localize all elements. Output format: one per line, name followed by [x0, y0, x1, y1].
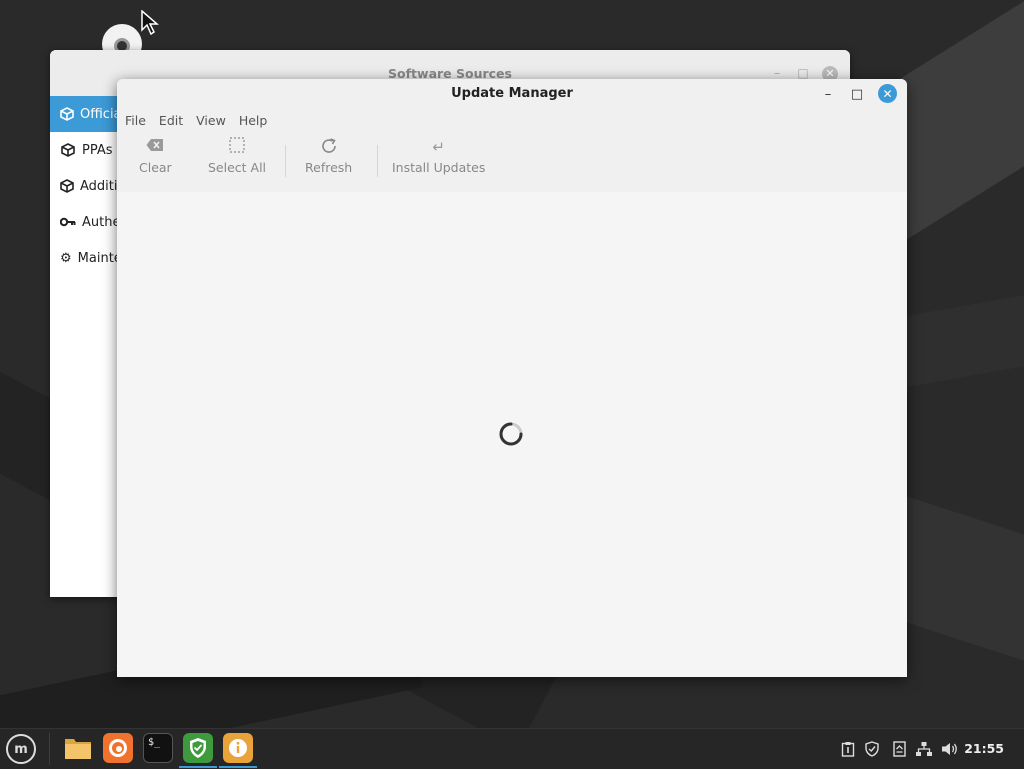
- menu-help[interactable]: Help: [239, 113, 276, 128]
- toolbar-separator: [377, 145, 378, 177]
- menu-view[interactable]: View: [196, 113, 234, 128]
- clear-button[interactable]: Clear: [139, 137, 172, 175]
- select-all-icon: [208, 137, 266, 157]
- software-sources-sidebar: Official PPAs Additional Authentication …: [50, 96, 120, 597]
- taskbar-divider: [49, 733, 50, 765]
- clock[interactable]: 21:55: [964, 741, 1004, 756]
- firefox-icon[interactable]: [103, 733, 133, 763]
- sidebar-item-official[interactable]: Official: [50, 96, 120, 132]
- sidebar-item-label: Maintenance: [77, 250, 120, 266]
- volume-icon[interactable]: [940, 739, 960, 759]
- select-all-label: Select All: [208, 160, 267, 175]
- clear-icon: [139, 137, 172, 157]
- refresh-icon: [305, 137, 352, 157]
- minimize-icon[interactable]: –: [770, 66, 784, 80]
- network-icon[interactable]: [914, 739, 934, 759]
- close-button[interactable]: ✕: [878, 84, 897, 103]
- toolbar: Clear Select All Refresh ↵ Install Updat…: [117, 133, 907, 193]
- install-updates-label: Install Updates: [392, 160, 486, 175]
- gear-icon: ⚙: [60, 250, 72, 266]
- sidebar-item-label: Authentication: [82, 214, 120, 230]
- refresh-label: Refresh: [305, 160, 353, 175]
- sidebar-item-maintenance[interactable]: ⚙ Maintenance: [50, 240, 120, 276]
- refresh-button[interactable]: Refresh: [305, 137, 352, 175]
- sidebar-item-label: Additional: [80, 178, 120, 194]
- toolbar-separator: [285, 145, 286, 177]
- minimize-button[interactable]: –: [819, 85, 837, 103]
- menu-edit[interactable]: Edit: [159, 113, 191, 128]
- update-manager-icon[interactable]: [179, 733, 217, 768]
- package-icon: [60, 143, 76, 157]
- maximize-button[interactable]: □: [848, 85, 866, 103]
- select-all-button[interactable]: Select All: [208, 137, 266, 175]
- sidebar-item-ppas[interactable]: PPAs: [50, 132, 120, 168]
- install-updates-button[interactable]: ↵ Install Updates: [392, 137, 485, 175]
- package-icon: [60, 179, 74, 193]
- info-icon[interactable]: [219, 733, 257, 768]
- update-manager-titlebar[interactable]: Update Manager – □ ✕: [117, 79, 907, 107]
- mint-logo-icon[interactable]: m: [6, 734, 36, 764]
- update-manager-window[interactable]: Update Manager – □ ✕ File Edit View Help…: [117, 79, 907, 677]
- sidebar-item-label: PPAs: [82, 142, 113, 158]
- menu-bar: File Edit View Help: [117, 107, 907, 133]
- loading-spinner-icon: [499, 422, 523, 446]
- updates-list-area: [117, 192, 907, 677]
- install-icon: ↵: [432, 138, 445, 156]
- mouse-cursor-icon: [141, 10, 160, 36]
- files-icon[interactable]: [63, 733, 93, 763]
- notes-icon[interactable]: [889, 739, 909, 759]
- terminal-icon[interactable]: $_: [143, 733, 173, 763]
- clipboard-icon[interactable]: [838, 739, 858, 759]
- clear-label: Clear: [139, 160, 172, 175]
- menu-file[interactable]: File: [125, 113, 154, 128]
- maximize-icon[interactable]: □: [796, 66, 810, 80]
- sidebar-item-label: Official: [80, 106, 120, 122]
- package-icon: [60, 107, 74, 121]
- shield-icon[interactable]: [862, 739, 882, 759]
- taskbar: m $_ 21:55: [0, 728, 1024, 769]
- sidebar-item-additional[interactable]: Additional: [50, 168, 120, 204]
- window-title: Update Manager: [451, 86, 573, 101]
- sidebar-item-authentication[interactable]: Authentication: [50, 204, 120, 240]
- key-icon: [60, 217, 76, 227]
